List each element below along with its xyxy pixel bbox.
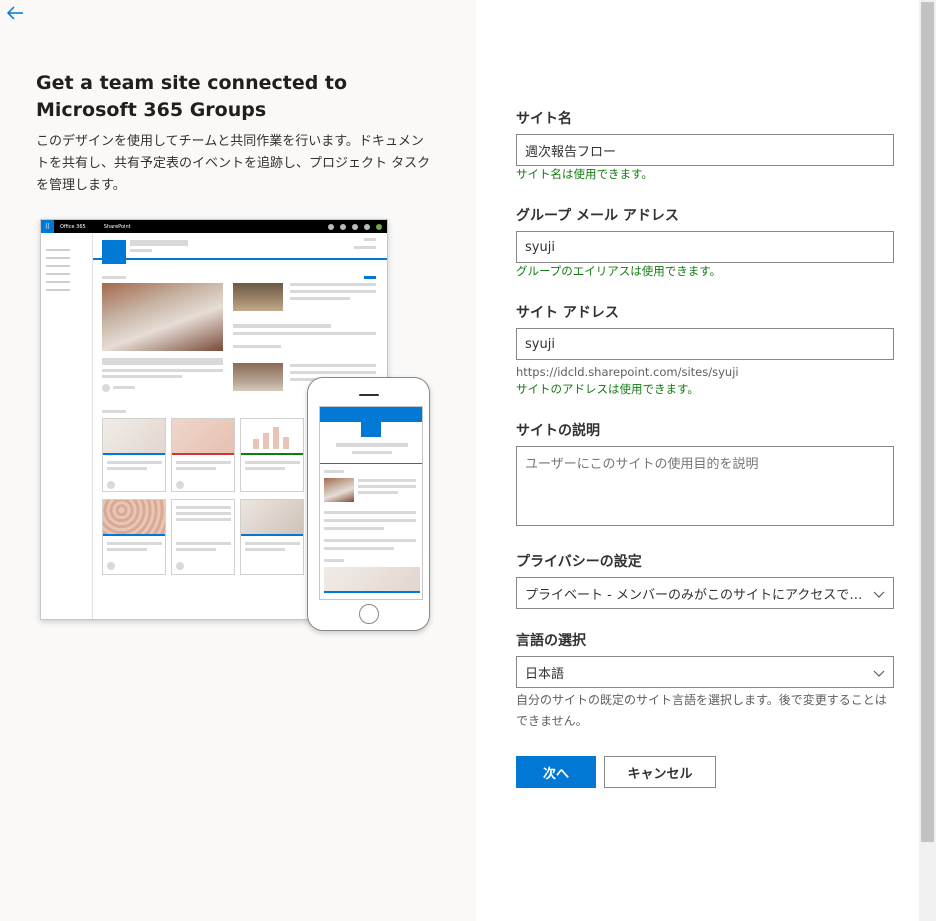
privacy-dropdown[interactable]: プライベート - メンバーのみがこのサイトにアクセスできます xyxy=(516,577,894,609)
preview-app-label: SharePoint xyxy=(103,223,131,230)
page-title: Get a team site connected to Microsoft 3… xyxy=(36,72,348,121)
language-selected: 日本語 xyxy=(525,666,565,682)
back-arrow-icon[interactable] xyxy=(4,2,28,24)
page-description: このデザインを使用してチームと共同作業を行います。ドキュメントを共有し、共有予定… xyxy=(36,134,431,193)
cancel-button[interactable]: キャンセル xyxy=(604,756,716,788)
site-name-input[interactable]: 週次報告フロー xyxy=(516,134,894,166)
language-label: 言語の選択 xyxy=(516,633,586,649)
site-address-url: https://idcld.sharepoint.com/sites/syuji xyxy=(516,365,739,379)
language-dropdown[interactable]: 日本語 xyxy=(516,656,894,688)
group-email-input[interactable]: syuji xyxy=(516,231,894,263)
site-description-label: サイトの説明 xyxy=(516,423,600,439)
vertical-scrollbar[interactable] xyxy=(919,0,936,921)
chevron-down-icon xyxy=(873,670,885,677)
site-name-status: サイト名は使用できます。 xyxy=(516,167,653,181)
site-address-input[interactable]: syuji xyxy=(516,328,894,360)
site-address-status: サイトのアドレスは使用できます。 xyxy=(516,382,699,396)
privacy-label: プライバシーの設定 xyxy=(516,554,642,570)
site-description-textarea[interactable] xyxy=(516,446,894,526)
template-preview-illustration: ⠿ Office 365 SharePoint xyxy=(40,219,432,633)
waffle-icon: ⠿ xyxy=(41,220,54,233)
next-button[interactable]: 次へ xyxy=(516,756,596,788)
mobile-preview xyxy=(307,377,430,631)
preview-brand-label: Office 365 xyxy=(60,223,86,230)
language-help-text: 自分のサイトの既定のサイト言語を選択します。後で変更することはできません。 xyxy=(516,693,887,728)
site-address-label: サイト アドレス xyxy=(516,305,619,321)
group-email-label: グループ メール アドレス xyxy=(516,208,679,224)
site-name-label: サイト名 xyxy=(516,111,572,127)
group-email-status: グループのエイリアスは使用できます。 xyxy=(516,264,722,278)
chevron-down-icon xyxy=(873,591,885,598)
home-button-icon xyxy=(359,604,379,624)
scrollbar-thumb[interactable] xyxy=(921,2,934,842)
left-panel: Get a team site connected to Microsoft 3… xyxy=(0,0,476,921)
privacy-selected: プライベート - メンバーのみがこのサイトにアクセスできます xyxy=(525,587,863,603)
